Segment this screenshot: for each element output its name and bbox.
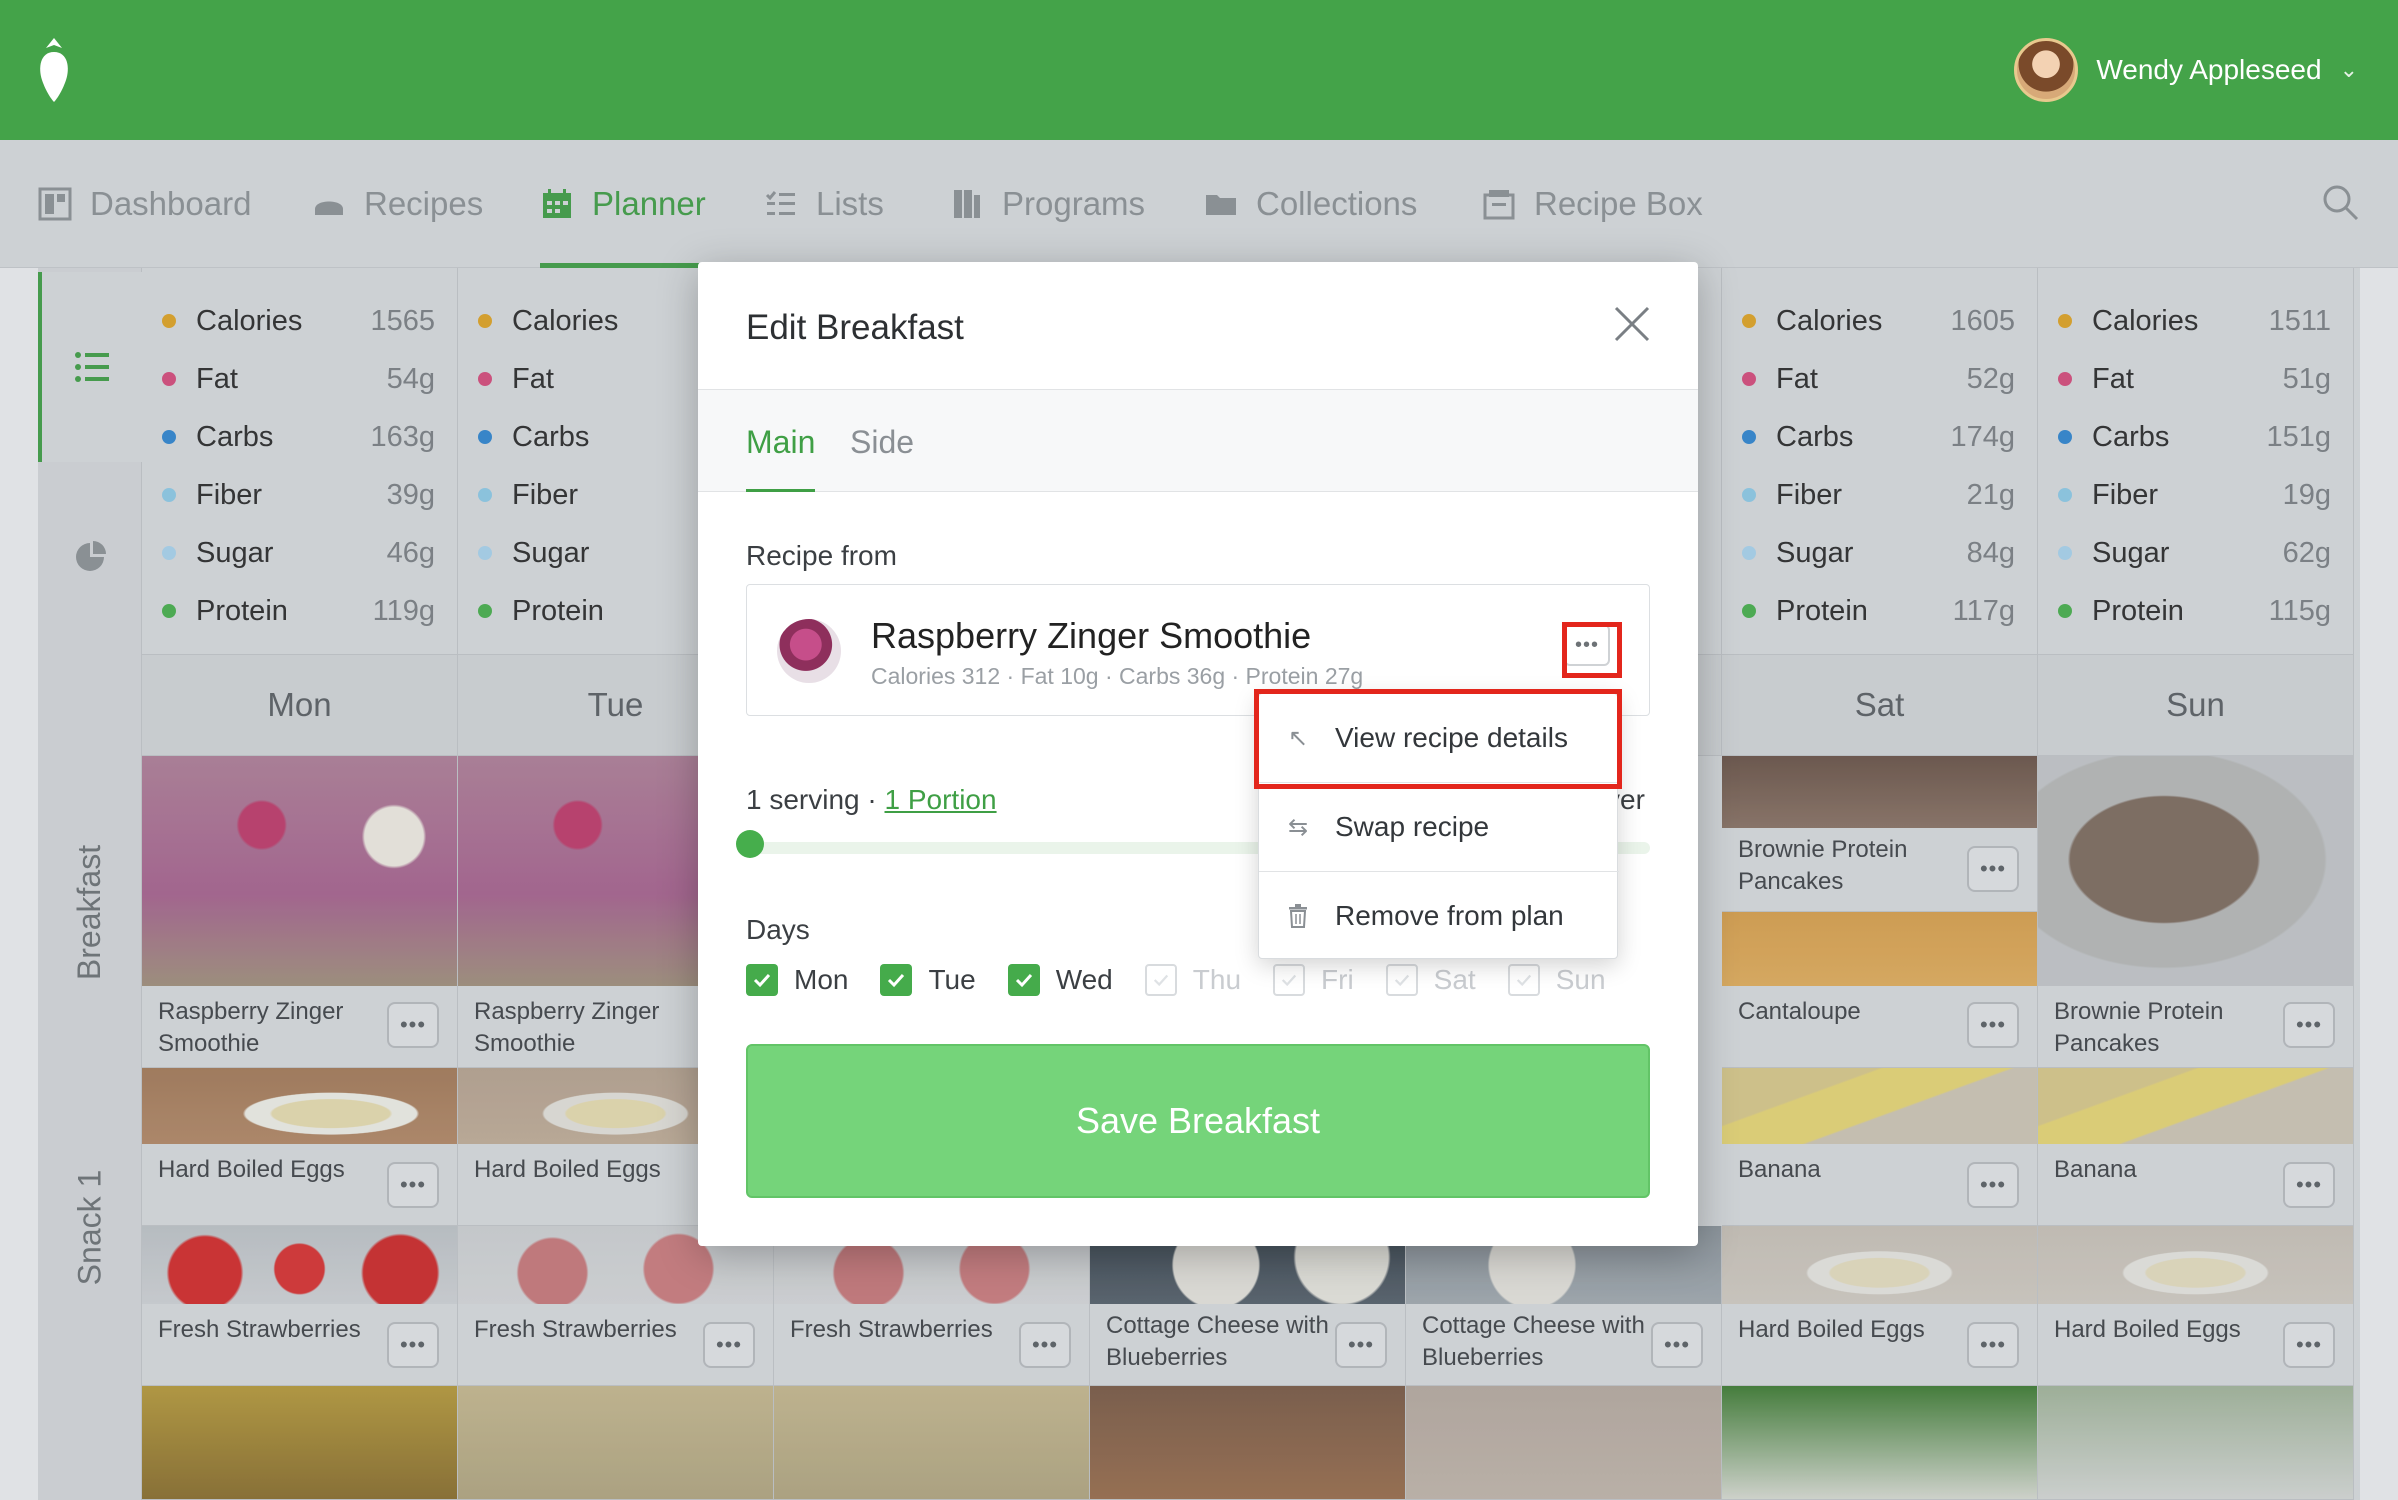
tab-main[interactable]: Main — [746, 424, 816, 492]
day-checkbox-tue[interactable]: Tue — [880, 964, 976, 996]
menu-item-remove-from-plan[interactable]: Remove from plan — [1259, 872, 1619, 960]
highlight-box — [1254, 689, 1622, 789]
menu-item-label: Remove from plan — [1335, 900, 1564, 931]
recipe-name: Raspberry Zinger Smoothie — [871, 615, 1312, 656]
day-checkbox-mon[interactable]: Mon — [746, 964, 848, 996]
checkmark-icon — [1144, 964, 1177, 996]
close-icon[interactable] — [1612, 304, 1652, 344]
day-checkbox-fri[interactable]: Fri — [1273, 964, 1354, 996]
recipe-thumbnail — [777, 619, 841, 683]
checkmark-icon — [880, 964, 913, 996]
checkmark-icon — [1385, 964, 1418, 996]
checkmark-icon — [1273, 964, 1306, 996]
recipe-nutrition-summary: Calories 312 · Fat 10g · Carbs 36g · Pro… — [871, 663, 1364, 689]
highlight-box — [1562, 622, 1622, 678]
day-checkbox-sat[interactable]: Sat — [1385, 964, 1476, 996]
save-breakfast-button[interactable]: Save Breakfast — [746, 1044, 1650, 1198]
days-selector: Mon Tue Wed Thu Fri Sat Sun — [746, 960, 1638, 1000]
serving-slider-handle[interactable] — [736, 830, 764, 858]
serving-summary: 1 serving · 1 Portion — [746, 784, 997, 816]
days-label: Days — [746, 914, 810, 945]
trash-icon — [1283, 901, 1313, 931]
menu-item-label: Swap recipe — [1335, 811, 1490, 842]
day-checkbox-sun[interactable]: Sun — [1507, 964, 1606, 996]
day-checkbox-thu[interactable]: Thu — [1144, 964, 1241, 996]
strawberry-logo-icon[interactable] — [34, 34, 74, 106]
checkmark-icon — [1507, 964, 1540, 996]
checkmark-icon — [1007, 964, 1040, 996]
portion-link[interactable]: 1 Portion — [885, 784, 997, 815]
top-bar: Wendy Appleseed ⌄ — [0, 0, 2398, 140]
tab-side[interactable]: Side — [850, 424, 914, 461]
serving-count: 1 serving · — [746, 784, 885, 815]
user-name: Wendy Appleseed — [2096, 54, 2322, 85]
checkmark-icon — [746, 964, 778, 996]
modal-header: Edit Breakfast — [698, 262, 1698, 390]
avatar — [2014, 38, 2079, 102]
recipe-from-label: Recipe from — [746, 540, 897, 571]
modal-tabs: Main Side — [698, 390, 1698, 492]
menu-item-swap-recipe[interactable]: ⇆ Swap recipe — [1259, 783, 1619, 871]
swap-icon: ⇆ — [1287, 813, 1309, 841]
chevron-down-icon: ⌄ — [2339, 57, 2358, 82]
user-menu[interactable]: Wendy Appleseed ⌄ — [2014, 38, 2358, 102]
day-checkbox-wed[interactable]: Wed — [1007, 964, 1113, 996]
modal-title: Edit Breakfast — [746, 308, 964, 347]
